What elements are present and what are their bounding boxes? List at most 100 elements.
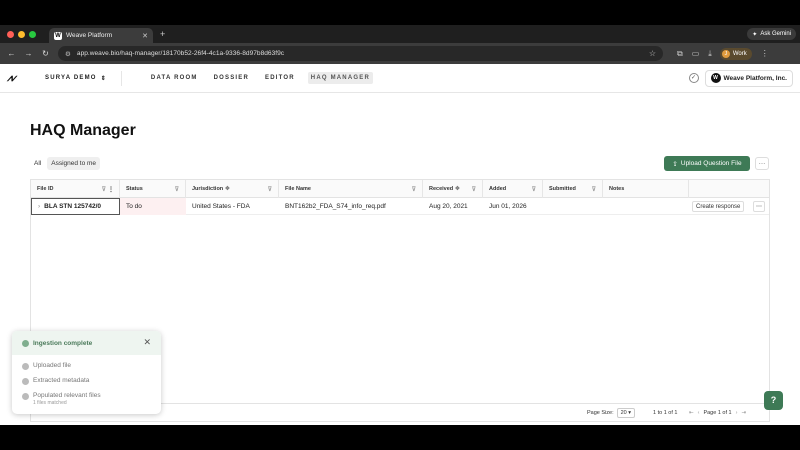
browser-menu-icon[interactable]: ⋮ bbox=[761, 49, 769, 58]
chevron-updown-icon: ⇕ bbox=[100, 75, 107, 82]
nav-editor[interactable]: EDITOR bbox=[262, 72, 298, 84]
status-dot-icon bbox=[22, 339, 29, 347]
column-header-added[interactable]: Added ⊽ bbox=[483, 180, 543, 198]
header-divider bbox=[120, 70, 122, 86]
back-arrow-icon[interactable]: ← bbox=[3, 49, 20, 58]
help-button[interactable]: ? bbox=[764, 391, 783, 410]
column-header-received[interactable]: Received ✥ ⊽ bbox=[423, 180, 483, 198]
filter-tabs: All Assigned to me bbox=[30, 157, 101, 170]
ingestion-toast: Ingestion complete ✕ Uploaded file Extra… bbox=[12, 331, 161, 414]
cell-status[interactable]: To do bbox=[120, 198, 186, 215]
header-right: ✓ W Weave Platform, Inc. bbox=[688, 69, 793, 87]
new-tab-icon[interactable]: + bbox=[160, 29, 165, 39]
workspace-name: SURYA DEMO bbox=[45, 75, 97, 81]
table-row[interactable]: › BLA STN 125742/0 To do United States -… bbox=[31, 198, 769, 215]
cell-added: Jun 01, 2026 bbox=[489, 203, 527, 210]
maximize-window-button[interactable] bbox=[29, 30, 36, 38]
downloads-icon[interactable]: ⤓ bbox=[708, 49, 712, 59]
page-size-select[interactable]: 20 ▾ bbox=[616, 407, 636, 418]
org-logo-icon: W bbox=[710, 73, 721, 83]
browser-tab[interactable]: W Weave Platform ✕ bbox=[49, 28, 153, 43]
column-header-status[interactable]: Status ⊽ bbox=[120, 180, 186, 198]
cell-notes bbox=[603, 198, 689, 215]
workspace-switcher[interactable]: SURYA DEMO ⇕ bbox=[45, 75, 107, 82]
column-header-file-name[interactable]: File Name ⊽ bbox=[279, 180, 423, 198]
move-icon: ✥ bbox=[455, 186, 460, 192]
toast-step: Uploaded file bbox=[22, 362, 71, 370]
toolbar-icons: ⧉ ▭ ⤓ bbox=[677, 49, 712, 59]
ask-gemini-button[interactable]: ✦ Ask Gemini bbox=[747, 28, 796, 40]
browser-window: W Weave Platform ✕ + ✦ Ask Gemini ← → ↻ … bbox=[0, 25, 800, 425]
expand-chevron-icon[interactable]: › bbox=[38, 203, 40, 210]
more-options-button[interactable]: … bbox=[755, 157, 769, 170]
toast-title: Ingestion complete bbox=[33, 339, 93, 347]
column-header-jurisdiction[interactable]: Jurisdiction ✥ ⊽ bbox=[186, 180, 279, 198]
profile-avatar: J bbox=[721, 49, 730, 58]
toast-step: Extracted metadata bbox=[22, 377, 89, 385]
step-subtext: 1 files matched bbox=[33, 400, 67, 406]
nav-dossier[interactable]: DOSSIER bbox=[211, 72, 252, 84]
row-count: 1 to 1 of 1 bbox=[653, 409, 678, 416]
minimize-window-button[interactable] bbox=[18, 30, 25, 38]
column-header-submitted[interactable]: Submitted ⊽ bbox=[543, 180, 603, 198]
column-header-file-id[interactable]: File ID ⊽ ⋮ bbox=[31, 180, 120, 198]
tab-strip: W Weave Platform ✕ + ✦ Ask Gemini bbox=[0, 25, 800, 43]
prev-page-icon[interactable]: ‹ bbox=[698, 410, 700, 416]
column-menu-icon[interactable]: ⋮ bbox=[108, 186, 114, 193]
next-page-icon[interactable]: › bbox=[736, 410, 738, 416]
close-toast-icon[interactable]: ✕ bbox=[143, 337, 151, 348]
cell-file-id[interactable]: › BLA STN 125742/0 bbox=[31, 198, 120, 215]
cell-jurisdiction: United States - FDA bbox=[192, 203, 250, 210]
reload-icon[interactable]: ↻ bbox=[37, 49, 54, 58]
step-dot-icon bbox=[22, 363, 29, 370]
cell-file-name[interactable]: BNT162b2_FDA_S74_info_req.pdf bbox=[279, 198, 423, 215]
close-tab-icon[interactable]: ✕ bbox=[142, 32, 148, 40]
url-bar[interactable]: ⚙ app.weave.bio/haq-manager/18170b52-26f… bbox=[58, 46, 663, 61]
filter-icon[interactable]: ⊽ bbox=[175, 186, 179, 193]
move-icon: ✥ bbox=[225, 186, 230, 192]
column-header-notes[interactable]: Notes bbox=[603, 180, 689, 198]
filter-icon[interactable]: ⊽ bbox=[268, 186, 272, 193]
upload-label: Upload Question File bbox=[680, 160, 742, 167]
last-page-icon[interactable]: ⇥ bbox=[741, 410, 746, 416]
toast-header: Ingestion complete bbox=[12, 331, 161, 355]
row-more-button[interactable]: ⋯ bbox=[753, 201, 765, 212]
table-header: File ID ⊽ ⋮ Status ⊽ Jurisdiction ✥ ⊽ Fi… bbox=[31, 180, 769, 198]
ask-gemini-label: Ask Gemini bbox=[760, 31, 791, 37]
nav-data-room[interactable]: DATA ROOM bbox=[148, 72, 201, 84]
first-page-icon[interactable]: ⇤ bbox=[689, 410, 694, 416]
window-controls bbox=[7, 30, 36, 38]
filter-icon[interactable]: ⊽ bbox=[102, 186, 106, 193]
close-window-button[interactable] bbox=[7, 30, 14, 38]
filter-icon[interactable]: ⊽ bbox=[472, 186, 476, 193]
page-title: HAQ Manager bbox=[30, 122, 136, 139]
weave-logo-icon[interactable]: ⩘⩗ bbox=[7, 73, 23, 84]
profile-button[interactable]: J Work bbox=[719, 47, 752, 60]
sidebar-icon[interactable]: ▭ bbox=[692, 49, 700, 59]
address-bar-row: ← → ↻ ⚙ app.weave.bio/haq-manager/18170b… bbox=[0, 43, 800, 64]
cell-submitted bbox=[543, 198, 603, 215]
url-text: app.weave.bio/haq-manager/18170b52-26f4-… bbox=[76, 50, 285, 57]
page-indicator: Page 1 of 1 bbox=[703, 409, 732, 416]
gemini-sparkle-icon: ✦ bbox=[752, 31, 758, 38]
forward-arrow-icon[interactable]: → bbox=[20, 49, 37, 58]
filter-icon[interactable]: ⊽ bbox=[592, 186, 596, 193]
cell-received: Aug 20, 2021 bbox=[429, 203, 468, 210]
app-header: ⩘⩗ SURYA DEMO ⇕ DATA ROOM DOSSIER EDITOR… bbox=[0, 64, 800, 93]
extensions-icon[interactable]: ⧉ bbox=[677, 49, 683, 59]
org-switcher[interactable]: W Weave Platform, Inc. bbox=[704, 69, 793, 87]
nav-haq-manager[interactable]: HAQ MANAGER bbox=[307, 72, 373, 84]
bookmark-star-icon[interactable]: ☆ bbox=[649, 49, 656, 58]
pagination: ⇤ ‹ Page 1 of 1 › ⇥ bbox=[689, 410, 746, 416]
filter-icon[interactable]: ⊽ bbox=[412, 186, 416, 193]
filter-icon[interactable]: ⊽ bbox=[532, 186, 536, 193]
site-info-icon[interactable]: ⚙ bbox=[65, 50, 71, 58]
weave-favicon-icon: W bbox=[54, 31, 62, 40]
upload-question-file-button[interactable]: ⇪ Upload Question File bbox=[664, 156, 750, 171]
page-size-control: Page Size: 20 ▾ bbox=[587, 407, 636, 418]
filter-all[interactable]: All bbox=[30, 157, 46, 170]
create-response-button[interactable]: Create response bbox=[692, 201, 745, 212]
filter-assigned-to-me[interactable]: Assigned to me bbox=[47, 157, 101, 170]
check-circle-icon[interactable]: ✓ bbox=[688, 73, 699, 83]
org-name: Weave Platform, Inc. bbox=[723, 74, 787, 82]
